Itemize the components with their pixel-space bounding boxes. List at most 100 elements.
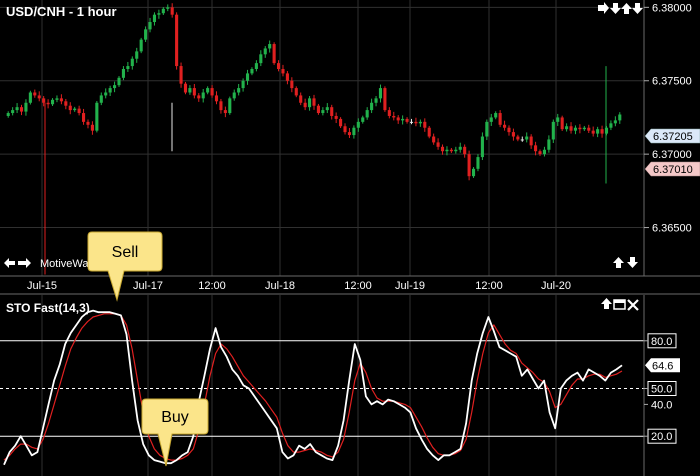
- candle-body: [387, 110, 391, 116]
- candle-body: [378, 88, 383, 99]
- candle: [95, 101, 99, 133]
- candle-body: [290, 80, 294, 89]
- time-axis: Jul-15 Jul-17 12:00 Jul-18 12:00 Jul-19 12:00 J…: [0, 275, 700, 295]
- candle: [427, 125, 431, 139]
- candle-body: [494, 113, 498, 118]
- chart-canvas: USD/CNH - 1 hour MotiveWave 6.380006.375…: [0, 0, 700, 476]
- osc-tick-label: 50.0: [651, 384, 672, 396]
- time-label: 12:00: [344, 280, 372, 292]
- candle-body: [245, 73, 250, 81]
- time-label: 12:00: [198, 280, 226, 292]
- candle-body: [308, 98, 312, 108]
- candle-body: [560, 117, 564, 130]
- candle: [480, 132, 484, 161]
- time-label: Jul-19: [395, 280, 425, 292]
- candle-body: [352, 127, 356, 136]
- candle-body: [467, 154, 471, 177]
- candle-body: [99, 95, 103, 103]
- candle-body: [135, 51, 139, 59]
- candle: [560, 115, 564, 131]
- candle-body: [126, 66, 130, 69]
- candle-body: [104, 92, 108, 96]
- candle-body: [19, 107, 24, 112]
- candle-body: [285, 73, 289, 81]
- time-label: 12:00: [475, 280, 503, 292]
- candle-body: [613, 120, 617, 124]
- candle-body: [556, 117, 560, 122]
- candle-body: [578, 127, 582, 130]
- osc-axis: 80.0 50.0 40.0 20.0 64.6: [643, 295, 700, 476]
- candle-body: [321, 110, 325, 114]
- osc-tick-label: 80.0: [651, 336, 672, 348]
- candle-body: [414, 121, 418, 124]
- candle-body: [144, 29, 148, 40]
- price-tick-label: 6.36500: [652, 223, 692, 235]
- time-label: Jul-18: [265, 280, 295, 292]
- chart-title: USD/CNH - 1 hour: [6, 4, 117, 19]
- candle-body: [121, 69, 125, 78]
- candle-body: [609, 123, 613, 128]
- candle-body: [59, 98, 63, 102]
- candle-body: [489, 117, 493, 122]
- candle-body: [210, 88, 214, 96]
- candle-body: [219, 101, 223, 111]
- candle-body: [542, 149, 546, 155]
- candle-body: [108, 88, 112, 93]
- alt-price-tag: 6.37010: [644, 161, 700, 177]
- candle-body: [516, 136, 520, 140]
- candle-body: [591, 130, 595, 134]
- candle-body: [117, 77, 121, 86]
- candle-body: [272, 44, 276, 64]
- candle-body: [409, 121, 414, 123]
- price-tick-label: 6.38000: [652, 2, 692, 14]
- candle-body: [312, 98, 316, 106]
- candle-body: [263, 48, 267, 55]
- candle-body: [299, 95, 303, 103]
- alt-price-value: 6.37010: [653, 164, 693, 176]
- buy-callout-label: Buy: [161, 409, 189, 426]
- candle-body: [237, 88, 241, 93]
- candle-body: [130, 58, 134, 67]
- candle-body: [152, 14, 157, 23]
- candle-body: [463, 146, 467, 155]
- candle-body: [113, 85, 117, 89]
- sell-callout-label: Sell: [112, 244, 139, 261]
- candle-body: [24, 102, 28, 112]
- candle: [183, 81, 188, 95]
- candle-body: [77, 108, 81, 114]
- candle-body: [281, 69, 285, 74]
- candle-body: [148, 22, 152, 30]
- candle-body: [254, 63, 258, 69]
- candle-body: [82, 113, 86, 122]
- candle-body: [42, 98, 46, 103]
- candle-body: [343, 126, 347, 133]
- candle-body: [440, 146, 445, 152]
- candle-body: [166, 7, 170, 9]
- candle-body: [573, 127, 578, 131]
- candle-body: [161, 8, 165, 14]
- candle-body: [228, 98, 232, 114]
- candle-body: [405, 118, 409, 122]
- candle-body: [188, 88, 192, 93]
- candle-body: [183, 83, 188, 93]
- candle-body: [449, 149, 453, 152]
- candle-body: [276, 63, 281, 69]
- candle-body: [445, 149, 449, 152]
- candle-body: [551, 121, 555, 140]
- candle-body: [365, 110, 369, 118]
- price-axis: 6.38000 6.37500 6.37000 6.36500 6.37205 6.3…: [643, 0, 700, 276]
- candle-body: [192, 88, 196, 96]
- osc-current-value: 64.6: [652, 360, 673, 372]
- candle-body: [86, 121, 90, 125]
- candle-body: [73, 108, 77, 111]
- candle-body: [223, 110, 227, 114]
- candle-body: [520, 139, 524, 141]
- candle-body: [427, 127, 431, 137]
- candle-body: [383, 88, 387, 111]
- candle-body: [476, 157, 480, 169]
- candle-body: [68, 105, 72, 111]
- candle-body: [95, 102, 99, 131]
- candle: [467, 150, 471, 181]
- time-label: Jul-17: [133, 280, 163, 292]
- candle-body: [316, 105, 320, 114]
